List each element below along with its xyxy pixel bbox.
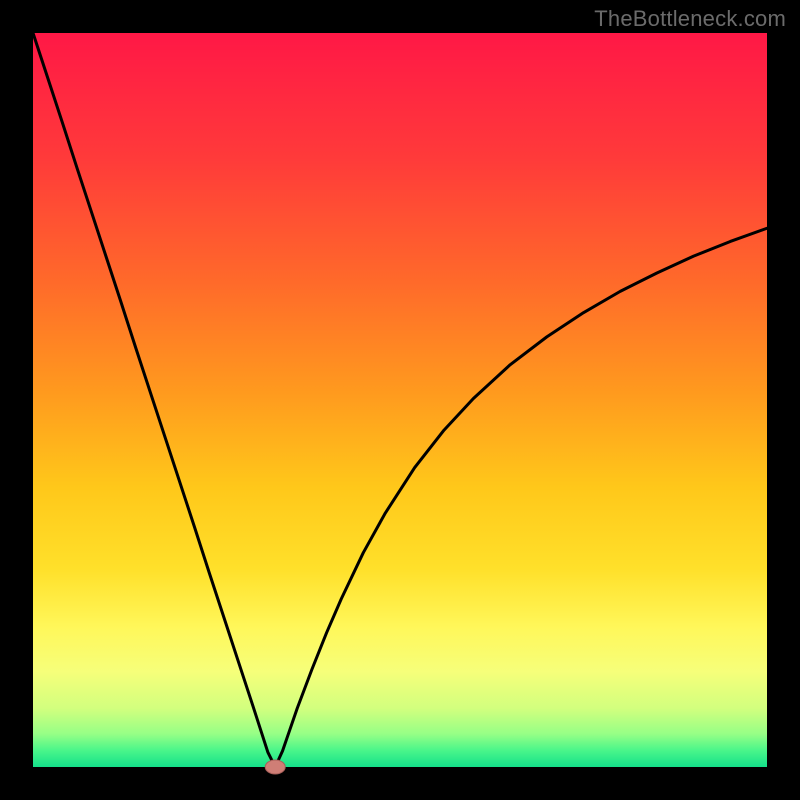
plot-background: [33, 33, 767, 767]
optimal-point-marker: [265, 760, 285, 774]
watermark-text: TheBottleneck.com: [594, 6, 786, 32]
bottleneck-chart: [0, 0, 800, 800]
chart-frame: TheBottleneck.com: [0, 0, 800, 800]
